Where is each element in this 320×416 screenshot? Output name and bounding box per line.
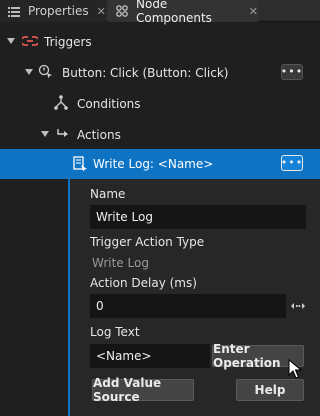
tab-properties[interactable]: Properties ✕ (0, 0, 106, 22)
tree-item-write-log[interactable]: Write Log: <Name> ••• (0, 149, 320, 179)
action-properties-panel: Name Write Log Trigger Action Type Write… (68, 179, 320, 416)
node-components-icon (116, 5, 128, 17)
name-field[interactable]: Write Log (90, 205, 306, 229)
more-options-button[interactable]: ••• (281, 64, 303, 80)
tab-node-components-label: Node Components (136, 0, 212, 25)
chevron-down-icon[interactable] (7, 38, 15, 44)
click-event-icon (38, 64, 54, 83)
tree-item-actions[interactable]: Actions (0, 119, 320, 150)
help-button[interactable]: Help (236, 379, 304, 401)
tree-item-button-click[interactable]: Button: Click (Button: Click) ••• (0, 57, 320, 88)
write-log-icon (72, 156, 88, 175)
tree-item-triggers[interactable]: Triggers (0, 26, 320, 57)
tab-bar: Properties ✕ Node Components ✕ (0, 0, 320, 25)
trigger-icon (20, 34, 40, 51)
trigger-action-type-value: Write Log (92, 256, 149, 270)
tree-item-label: Triggers (44, 34, 92, 49)
tab-node-components[interactable]: Node Components ✕ (108, 0, 258, 25)
actions-icon (56, 127, 70, 144)
tree-item-conditions[interactable]: Conditions (0, 88, 320, 119)
add-value-source-button[interactable]: Add Value Source (92, 376, 194, 404)
action-delay-label: Action Delay (ms) (90, 276, 197, 290)
tree-item-label: Actions (77, 127, 121, 142)
tab-properties-label: Properties (28, 4, 89, 18)
conditions-icon (54, 95, 68, 114)
tree-item-label: Write Log: <Name> (93, 157, 214, 171)
close-icon[interactable]: ✕ (97, 5, 106, 18)
action-delay-field[interactable]: 0 (90, 294, 286, 318)
chevron-down-icon[interactable] (41, 131, 49, 137)
trigger-action-type-label: Trigger Action Type (90, 235, 205, 249)
chevron-down-icon[interactable] (25, 69, 33, 75)
list-icon (8, 5, 20, 17)
name-label: Name (90, 187, 126, 201)
log-text-field[interactable]: <Name> (90, 344, 210, 368)
log-text-label: Log Text (90, 325, 140, 339)
tree-item-label: Conditions (77, 96, 141, 111)
tree-item-label: Button: Click (Button: Click) (62, 65, 229, 80)
more-options-button[interactable]: ••• (281, 155, 303, 171)
close-icon[interactable]: ✕ (249, 5, 258, 18)
drag-value-icon[interactable] (290, 300, 306, 315)
